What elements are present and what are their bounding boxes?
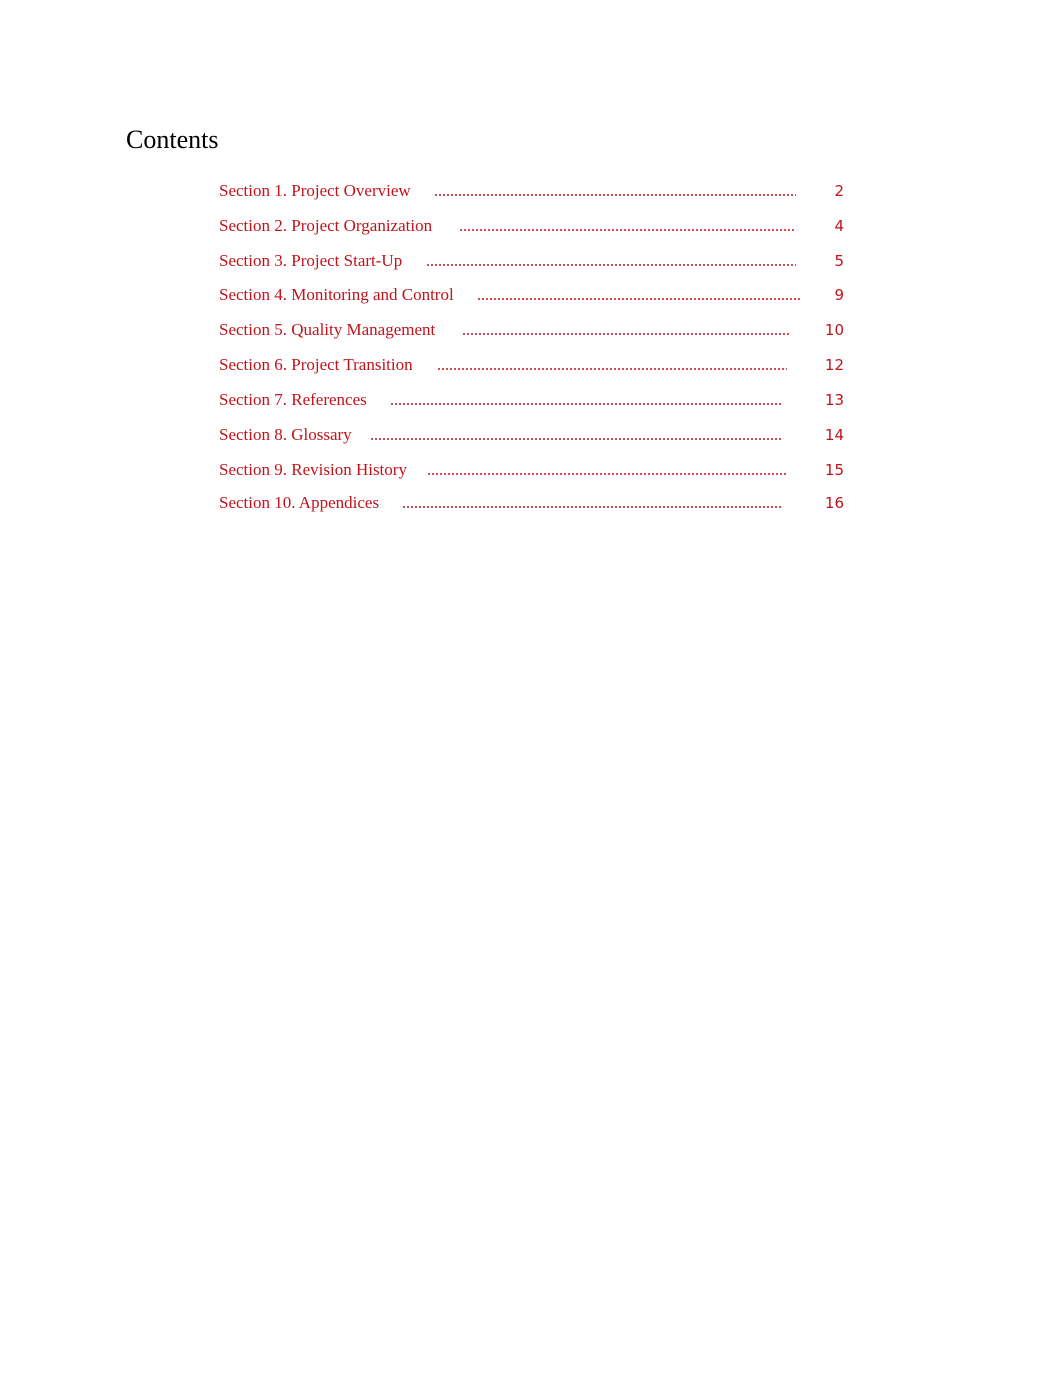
toc-entry-label: Section 5. Quality Management — [219, 320, 436, 339]
toc-entry-section-8[interactable]: Section 8. Glossary 14 — [219, 423, 859, 447]
toc-entry-label: Section 6. Project Transition — [219, 355, 413, 374]
toc-entry-section-3[interactable]: Section 3. Project Start-Up 5 — [219, 249, 859, 273]
toc-entry-page: 16 — [824, 494, 844, 512]
dot-leader — [462, 333, 790, 335]
toc-entry-page: 9 — [834, 286, 844, 304]
dot-leader — [390, 403, 783, 405]
toc-entry-label: Section 1. Project Overview — [219, 181, 411, 200]
contents-heading: Contents — [126, 125, 219, 154]
dot-leader — [459, 229, 796, 231]
toc-entry-label: Section 4. Monitoring and Control — [219, 285, 454, 304]
toc-entry-label: Section 9. Revision History — [219, 460, 407, 479]
toc-entry-section-5[interactable]: Section 5. Quality Management 10 — [219, 318, 859, 342]
toc-entry-label: Section 7. References — [219, 390, 367, 409]
toc-entry-label: Section 3. Project Start-Up — [219, 251, 403, 270]
toc-entry-page: 14 — [824, 426, 844, 444]
dot-leader — [477, 298, 801, 300]
toc-entry-label: Section 2. Project Organization — [219, 216, 433, 235]
dot-leader — [427, 473, 786, 475]
toc-entry-section-2[interactable]: Section 2. Project Organization 4 — [219, 214, 859, 238]
toc-entry-page: 2 — [834, 182, 844, 200]
dot-leader — [434, 194, 796, 196]
toc-entry-section-1[interactable]: Section 1. Project Overview 2 — [219, 179, 859, 203]
toc-entry-section-7[interactable]: Section 7. References 13 — [219, 388, 859, 412]
dot-leader — [370, 438, 781, 440]
toc-entry-section-4[interactable]: Section 4. Monitoring and Control 9 — [219, 283, 859, 307]
toc-entry-label: Section 10. Appendices — [219, 493, 380, 512]
dot-leader — [437, 368, 787, 370]
toc-entry-section-6[interactable]: Section 6. Project Transition 12 — [219, 353, 859, 377]
toc-entry-label: Section 8. Glossary — [219, 425, 352, 444]
toc-entry-page: 10 — [824, 321, 844, 339]
toc-entry-section-9[interactable]: Section 9. Revision History 15 — [219, 458, 859, 482]
dot-leader — [402, 506, 783, 508]
toc-entry-page: 13 — [824, 391, 844, 409]
toc-entry-page: 4 — [834, 217, 844, 235]
toc-entry-section-10[interactable]: Section 10. Appendices 16 — [219, 491, 859, 515]
toc-entry-page: 12 — [824, 356, 844, 374]
dot-leader — [426, 264, 796, 266]
toc-entry-page: 15 — [824, 461, 844, 479]
toc-entry-page: 5 — [834, 252, 844, 270]
